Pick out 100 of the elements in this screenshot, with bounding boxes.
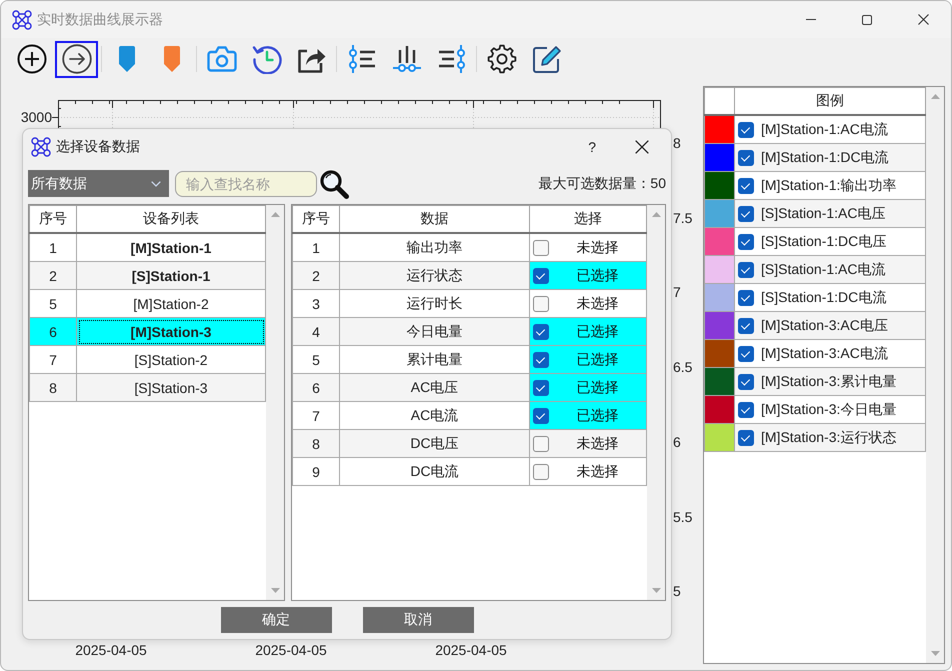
axis-tick-label: 7 — [673, 284, 681, 300]
status-text: 已选择 — [576, 322, 620, 340]
status-text: 已选择 — [576, 266, 620, 284]
checkbox[interactable] — [533, 324, 549, 340]
help-button[interactable]: ? — [585, 139, 599, 155]
table-cell: 5 — [30, 290, 76, 318]
marker-icon — [164, 46, 180, 72]
table-cell: [M]Station-3 — [76, 318, 266, 346]
checkbox[interactable] — [738, 402, 754, 418]
table-cell: 累计电量 — [340, 346, 530, 374]
marker-icon — [118, 46, 134, 72]
column-header: 数据 — [340, 206, 530, 233]
close-icon[interactable] — [918, 14, 928, 25]
axis-tick-label: 2025-04-05 — [434, 642, 508, 658]
table-cell: 1 — [292, 233, 340, 262]
table-cell: 2 — [30, 262, 76, 290]
confirm-button[interactable]: 确定 — [220, 607, 332, 633]
list-row[interactable]: 7 [S]Station-2 — [30, 346, 266, 374]
checkbox[interactable] — [533, 380, 549, 396]
status-text: 未选择 — [576, 462, 620, 480]
axis-tick-label: 7.5 — [673, 210, 692, 226]
next-button[interactable] — [55, 40, 98, 78]
table-cell: [S]Station-2 — [76, 346, 266, 374]
table-cell: 6 — [292, 374, 340, 402]
close-icon[interactable] — [635, 140, 649, 154]
axis-tick-label: 2025-04-05 — [74, 642, 148, 658]
table-cell: 3 — [292, 290, 340, 318]
maximize-icon[interactable] — [862, 14, 872, 24]
checkbox[interactable] — [533, 436, 549, 452]
status-text: 已选择 — [576, 350, 620, 368]
checkbox[interactable] — [738, 374, 754, 390]
checkbox[interactable] — [738, 150, 754, 166]
checkbox[interactable] — [533, 268, 549, 284]
table-cell: 8 — [30, 374, 76, 402]
axis-tick-label: 6.5 — [673, 359, 692, 376]
axis-tick-label: 6 — [673, 434, 681, 450]
checkbox[interactable] — [533, 240, 549, 256]
status-text: 未选择 — [576, 294, 620, 312]
dialog-title: 选择设备数据 — [56, 138, 140, 156]
checkbox[interactable] — [738, 318, 754, 334]
filter-dropdown[interactable]: 所有数据 — [28, 170, 169, 197]
legend-label: [M]Station-1:AC电流 — [761, 120, 888, 138]
table-cell: [S]Station-3 — [76, 374, 266, 402]
checkbox[interactable] — [738, 178, 754, 194]
list-row[interactable]: 2 [S]Station-1 — [30, 262, 266, 290]
search-icon[interactable] — [319, 168, 349, 198]
checkbox[interactable] — [533, 296, 549, 312]
table-cell: AC电压 — [340, 374, 530, 402]
legend-label: [M]Station-1:输出功率 — [761, 176, 896, 194]
checkbox[interactable] — [738, 262, 754, 278]
table-cell: AC电流 — [340, 402, 530, 430]
table-cell: 4 — [292, 318, 340, 346]
status-text: 未选择 — [576, 238, 620, 256]
list-row[interactable]: 6 [M]Station-3 — [30, 318, 266, 346]
checkbox[interactable] — [738, 430, 754, 446]
checkbox[interactable] — [738, 346, 754, 362]
slider-list-icon — [436, 44, 466, 74]
legend-label: [S]Station-1:DC电流 — [761, 288, 886, 306]
checkbox[interactable] — [533, 408, 549, 424]
pencil-square-icon — [532, 44, 562, 74]
checkbox[interactable] — [738, 122, 754, 138]
table-cell: 6 — [30, 318, 76, 346]
table-cell: 运行时长 — [340, 290, 530, 318]
legend-label: [M]Station-3:AC电流 — [761, 344, 888, 362]
clock-arrow-icon — [252, 44, 282, 74]
slider-list-icon — [346, 44, 376, 74]
list-row[interactable]: 1 [M]Station-1 — [30, 233, 266, 262]
checkbox[interactable] — [738, 234, 754, 250]
list-row[interactable]: 5 [M]Station-2 — [30, 290, 266, 318]
legend-label: [M]Station-3:今日电量 — [761, 400, 896, 418]
window-title: 实时数据曲线展示器 — [37, 10, 163, 28]
legend-label: [S]Station-1:AC电压 — [761, 204, 886, 222]
table-cell: 2 — [292, 262, 340, 290]
checkbox[interactable] — [738, 290, 754, 306]
legend-label: [M]Station-1:DC电流 — [761, 148, 889, 166]
table-cell: DC电压 — [340, 430, 530, 458]
table-cell: DC电流 — [340, 458, 530, 486]
table-cell: [S]Station-1 — [76, 262, 266, 290]
axis-tick-label: 5 — [673, 583, 681, 600]
table-cell: [M]Station-2 — [76, 290, 266, 318]
axis-tick-label: 2025-04-05 — [254, 642, 328, 658]
table-cell: 8 — [292, 430, 340, 458]
list-row[interactable]: 8 [S]Station-3 — [30, 374, 266, 402]
table-cell: 1 — [30, 233, 76, 262]
checkbox[interactable] — [533, 352, 549, 368]
column-header: 图例 — [734, 88, 926, 115]
status-text: 未选择 — [576, 434, 620, 452]
legend-label: [M]Station-3:运行状态 — [761, 428, 896, 446]
checkbox[interactable] — [533, 464, 549, 480]
search-field[interactable]: 输入查找名称 — [175, 170, 317, 196]
gear-icon — [486, 44, 516, 74]
table-cell: 9 — [292, 458, 340, 486]
cancel-button[interactable]: 取消 — [362, 607, 474, 633]
table-cell: 7 — [30, 346, 76, 374]
table-cell: 运行状态 — [340, 262, 530, 290]
legend-label: [M]Station-3:AC电压 — [761, 316, 888, 334]
camera-icon — [206, 46, 236, 72]
status-text: 已选择 — [576, 406, 620, 424]
arrow-circle-icon — [62, 44, 92, 74]
checkbox[interactable] — [738, 206, 754, 222]
